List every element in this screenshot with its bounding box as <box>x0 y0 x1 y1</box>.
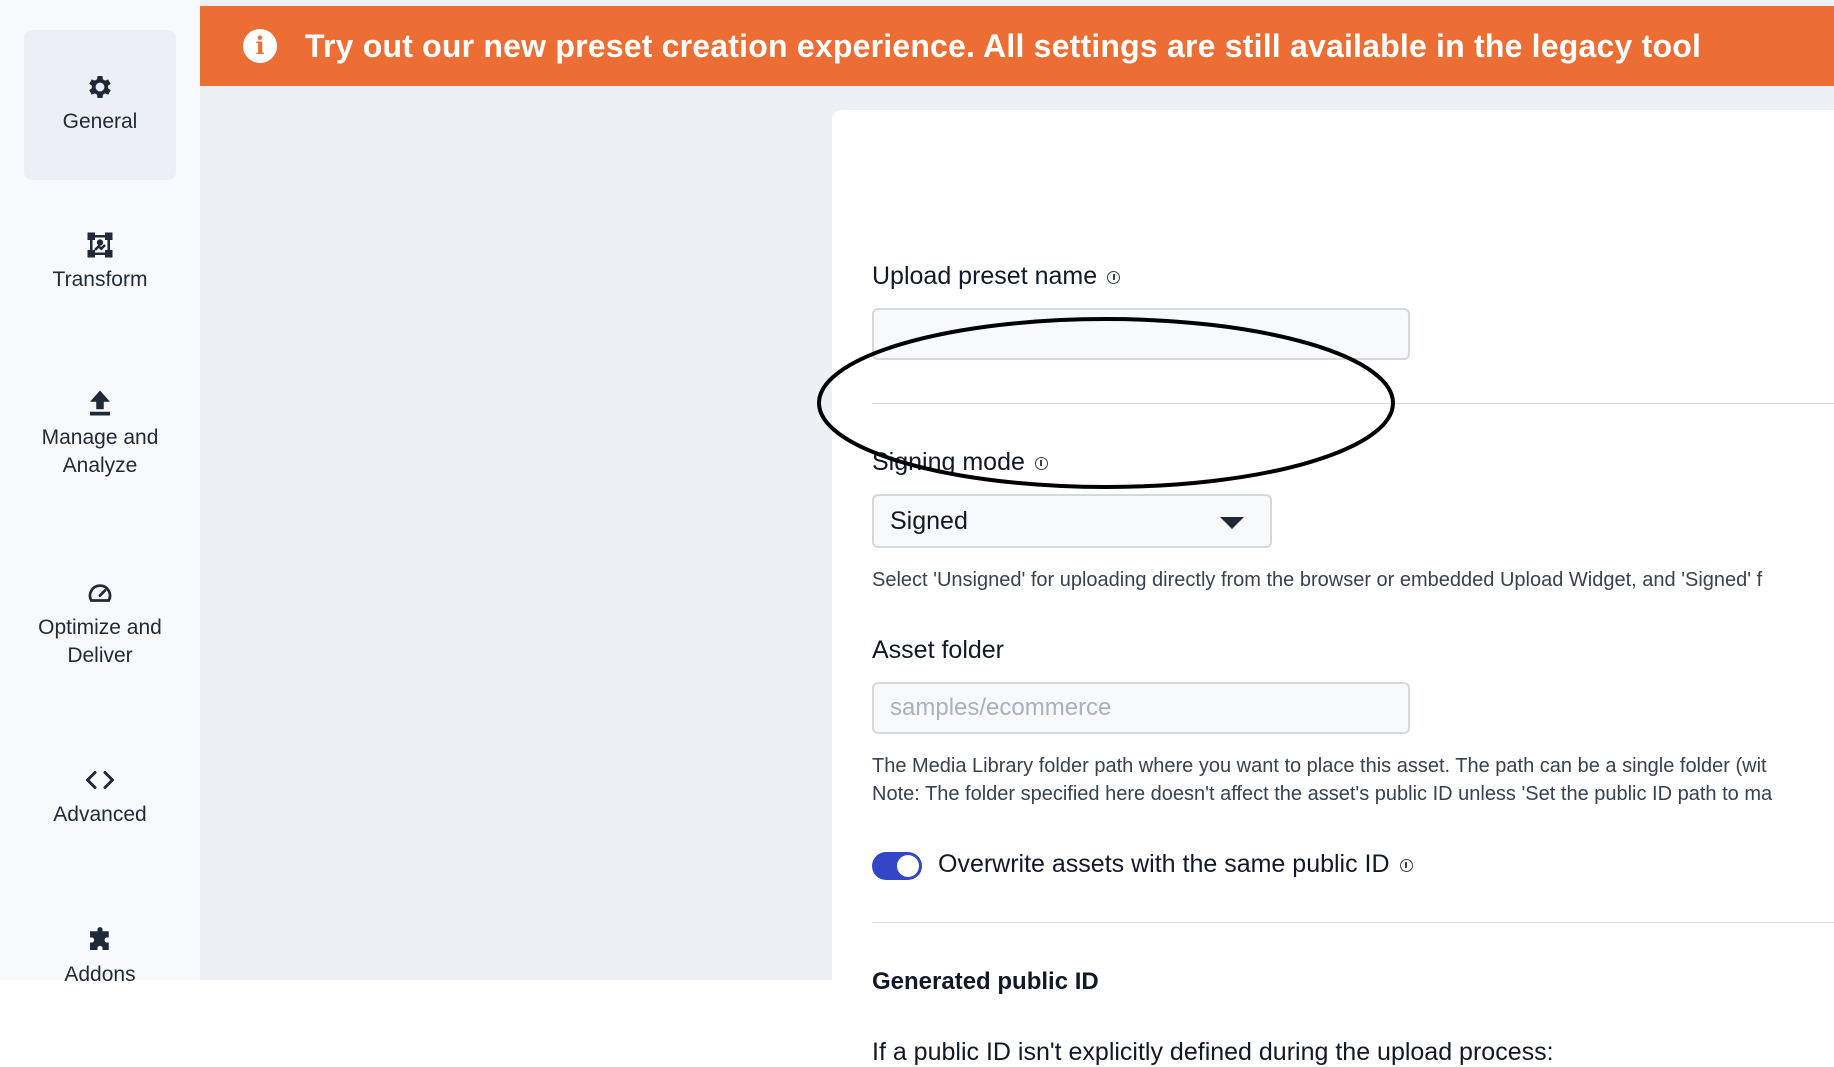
sidebar: General Transform Manage and Analyze Opt… <box>0 0 201 986</box>
signing-mode-select[interactable]: Signed <box>872 494 1272 548</box>
divider <box>872 403 1834 404</box>
signing-mode-value: Signed <box>890 506 968 535</box>
info-icon[interactable] <box>1107 271 1121 284</box>
preset-name-label-text: Upload preset name <box>872 262 1098 290</box>
asset-folder-note: Note: The folder specified here doesn't … <box>872 783 1773 805</box>
info-icon[interactable] <box>1399 859 1413 872</box>
divider <box>872 922 1834 923</box>
code-icon <box>85 765 115 795</box>
sidebar-item-label: Addons <box>64 963 136 986</box>
sidebar-item-optimize-and-deliver[interactable]: Optimize and Deliver <box>24 578 176 670</box>
toggle-knob <box>897 855 919 877</box>
main-content: i Try out our new preset creation experi… <box>200 0 1834 1066</box>
gauge-icon <box>85 578 115 608</box>
asset-folder-input[interactable] <box>872 682 1410 734</box>
chevron-down-icon <box>1220 517 1244 529</box>
info-icon[interactable] <box>1034 457 1048 470</box>
preset-form-card: Upload preset name Signing mode Signed S… <box>832 110 1834 1066</box>
asset-folder-help: The Media Library folder path where you … <box>872 755 1767 777</box>
generated-public-id-text: If a public ID isn't explicitly defined … <box>872 1038 1554 1066</box>
sidebar-item-label: Transform <box>52 268 148 291</box>
overwrite-label-text: Overwrite assets with the same public ID <box>938 850 1390 878</box>
sidebar-item-label: Manage and Analyze <box>41 426 159 477</box>
signing-mode-help: Select 'Unsigned' for uploading directly… <box>872 569 1763 591</box>
banner-text: Try out our new preset creation experien… <box>305 27 1702 64</box>
generated-public-id-title: Generated public ID <box>872 968 1099 995</box>
asset-folder-label: Asset folder <box>872 636 1004 665</box>
asset-folder-label-text: Asset folder <box>872 636 1005 664</box>
sidebar-item-advanced[interactable]: Advanced <box>24 765 176 829</box>
preset-name-input[interactable] <box>872 308 1410 360</box>
info-icon: i <box>243 29 277 63</box>
signing-mode-label: Signing mode <box>872 448 1048 477</box>
sidebar-item-addons[interactable]: Addons <box>24 925 176 989</box>
sidebar-item-transform[interactable]: Transform <box>24 230 176 294</box>
sidebar-item-label: Advanced <box>53 803 147 826</box>
transform-icon <box>85 230 115 260</box>
announcement-banner[interactable]: i Try out our new preset creation experi… <box>200 6 1834 86</box>
sidebar-item-label: General <box>62 110 138 133</box>
overwrite-toggle[interactable] <box>872 852 922 880</box>
overwrite-label: Overwrite assets with the same public ID <box>938 850 1413 879</box>
sidebar-item-general[interactable]: General <box>24 30 176 180</box>
preset-name-label: Upload preset name <box>872 262 1121 291</box>
signing-mode-label-text: Signing mode <box>872 448 1025 476</box>
gear-icon <box>85 72 115 102</box>
sidebar-item-label: Optimize and Deliver <box>38 616 162 667</box>
puzzle-icon <box>85 925 115 955</box>
upload-icon <box>85 388 115 418</box>
sidebar-item-manage-and-analyze[interactable]: Manage and Analyze <box>24 388 176 480</box>
